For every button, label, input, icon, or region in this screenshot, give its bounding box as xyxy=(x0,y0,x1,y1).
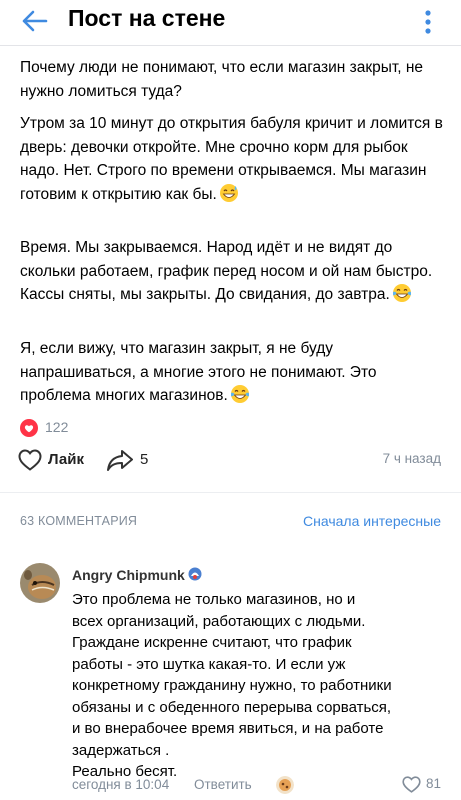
reply-button[interactable]: Ответить xyxy=(194,777,252,792)
page-title: Пост на стене xyxy=(68,5,226,31)
tears-of-joy-emoji-icon xyxy=(230,385,249,403)
comments-count: 63 КОММЕНТАРИЯ xyxy=(20,514,138,528)
section-divider xyxy=(0,492,461,493)
like-label: Лайк xyxy=(48,451,84,468)
comment-timestamp: сегодня в 10:04 xyxy=(72,777,170,792)
post-paragraph: Время. Мы закрываемся. Народ идёт и не в… xyxy=(20,239,433,303)
post-paragraph: Утром за 10 минут до открытия бабуля кри… xyxy=(20,115,443,203)
grinning-sweat-emoji-icon xyxy=(219,183,238,202)
heart-filled-icon xyxy=(20,419,38,437)
share-arrow-icon xyxy=(107,450,133,471)
post-paragraph: Я, если вижу, что магазин закрыт, я не б… xyxy=(20,340,377,404)
comment-text: Это проблема не только магазинов, но и в… xyxy=(72,591,392,780)
more-vertical-icon[interactable] xyxy=(420,9,436,35)
liker-avatar xyxy=(276,776,294,794)
section-separator xyxy=(0,482,461,492)
post-paragraph: Почему люди не понимают, что если магази… xyxy=(20,59,424,100)
comments-sort-button[interactable]: Сначала интересные xyxy=(303,513,441,529)
heart-outline-icon xyxy=(402,776,421,793)
app-header: Пост на стене xyxy=(0,0,461,44)
tears-of-joy-emoji-icon xyxy=(392,284,411,302)
avatar[interactable] xyxy=(20,563,60,603)
comment-author[interactable]: Angry Chipmunk xyxy=(72,567,202,583)
header-divider xyxy=(0,45,461,46)
likes-count: 122 xyxy=(45,419,69,435)
share-count: 5 xyxy=(140,451,149,468)
badge-icon xyxy=(188,567,202,581)
heart-outline-icon xyxy=(18,449,42,471)
post-time: 7 ч назад xyxy=(382,451,441,466)
arrow-left-icon[interactable] xyxy=(20,9,48,33)
comment-likes-count: 81 xyxy=(426,776,442,791)
